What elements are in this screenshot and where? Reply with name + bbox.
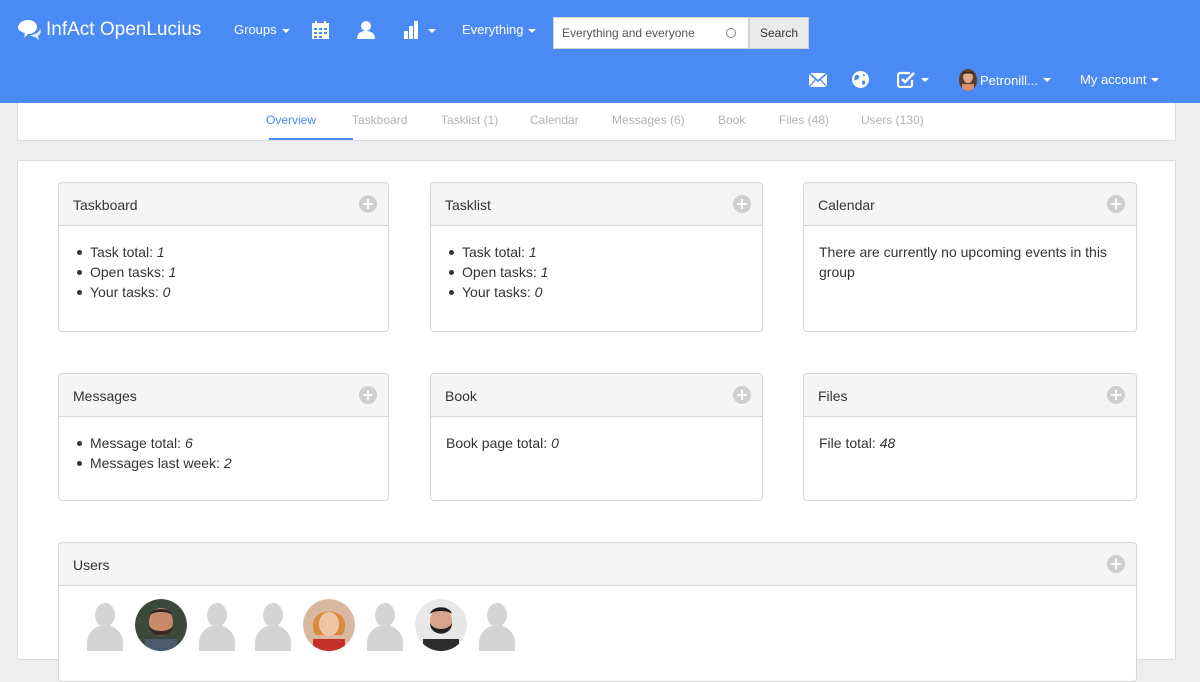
avatar[interactable] (79, 599, 131, 651)
book-card: Book Book page total: 0 (430, 373, 763, 501)
add-file-icon[interactable] (1107, 386, 1125, 404)
calendar-empty-text: There are currently no upcoming events i… (819, 244, 1107, 280)
tasks-dropdown[interactable] (897, 71, 929, 88)
tab-taskboard[interactable]: Taskboard (352, 113, 407, 127)
search-clear-icon[interactable] (726, 28, 736, 38)
users-card: Users (58, 542, 1137, 682)
tab-calendar[interactable]: Calendar (530, 113, 579, 127)
tab-book[interactable]: Book (718, 113, 745, 127)
add-tasklist-icon[interactable] (733, 195, 751, 213)
files-total: File total: 48 (819, 435, 896, 451)
active-tab-indicator (269, 138, 353, 140)
book-total: Book page total: 0 (446, 435, 559, 451)
avatar[interactable] (135, 599, 187, 651)
tab-messages[interactable]: Messages (6) (612, 113, 685, 127)
messages-card: Messages Message total: 6 Messages last … (58, 373, 389, 501)
user-menu-dropdown[interactable]: Petronill... (959, 69, 1051, 91)
globe-icon[interactable] (852, 71, 869, 88)
card-body: Book page total: 0 (431, 417, 762, 469)
chevron-down-icon (1042, 78, 1051, 82)
groups-dropdown[interactable]: Groups (234, 22, 290, 37)
list-item: Task total: 1 (446, 242, 747, 262)
card-title: Users (73, 557, 110, 573)
add-message-icon[interactable] (359, 386, 377, 404)
card-header: Tasklist (431, 183, 762, 226)
search-field-wrapper (553, 17, 749, 49)
groups-label: Groups (234, 22, 277, 37)
user-icon[interactable] (357, 21, 375, 44)
users-avatar-list (79, 599, 527, 651)
taskboard-card: Taskboard Task total: 1 Open tasks: 1 Yo… (58, 182, 389, 332)
search-input[interactable] (554, 18, 719, 48)
chevron-down-icon (281, 28, 290, 33)
card-header: Taskboard (59, 183, 388, 226)
card-body: File total: 48 (804, 417, 1136, 469)
list-item: Open tasks: 1 (446, 262, 747, 282)
add-user-icon[interactable] (1107, 555, 1125, 573)
card-title: Taskboard (73, 197, 138, 213)
list-item: Your tasks: 0 (74, 282, 373, 302)
envelope-icon[interactable] (809, 73, 827, 87)
navbar-row-primary: InfAct OpenLucius Groups Everything Ever… (0, 0, 1200, 62)
calendar-card: Calendar There are currently no upcoming… (803, 182, 1137, 332)
tab-files[interactable]: Files (48) (779, 113, 829, 127)
overview-panel: Taskboard Task total: 1 Open tasks: 1 Yo… (17, 160, 1176, 682)
bar-chart-icon[interactable] (404, 21, 440, 44)
add-event-icon[interactable] (1107, 195, 1125, 213)
chevron-down-icon (921, 77, 929, 82)
card-title: Tasklist (445, 197, 491, 213)
avatar[interactable] (191, 599, 243, 651)
avatar[interactable] (359, 599, 411, 651)
card-title: Files (818, 388, 848, 404)
avatar (959, 69, 977, 91)
tasklist-card: Tasklist Task total: 1 Open tasks: 1 You… (430, 182, 763, 332)
card-title: Book (445, 388, 477, 404)
add-task-icon[interactable] (359, 195, 377, 213)
list-item: Message total: 6 (74, 433, 373, 453)
list-item: Your tasks: 0 (446, 282, 747, 302)
chevron-down-icon (528, 28, 537, 33)
group-tabs: Overview Taskboard Tasklist (1) Calendar… (17, 103, 1176, 141)
navbar-row-secondary: Petronill... My account (0, 62, 1200, 103)
account-dropdown[interactable]: My account (1080, 72, 1160, 87)
account-label: My account (1080, 72, 1147, 87)
card-header: Messages (59, 374, 388, 417)
card-body: There are currently no upcoming events i… (804, 226, 1136, 298)
avatar[interactable] (471, 599, 523, 651)
tab-overview[interactable]: Overview (266, 113, 316, 127)
chevron-down-icon (1151, 77, 1160, 82)
brand-name: InfAct OpenLucius (46, 19, 202, 40)
card-header: Calendar (804, 183, 1136, 226)
card-body: Task total: 1 Open tasks: 1 Your tasks: … (59, 226, 388, 318)
chat-logo-icon (16, 19, 42, 41)
list-item: Open tasks: 1 (74, 262, 373, 282)
list-item: Task total: 1 (74, 242, 373, 262)
list-item: Messages last week: 2 (74, 453, 373, 473)
card-body: Task total: 1 Open tasks: 1 Your tasks: … (431, 226, 762, 318)
avatar[interactable] (415, 599, 467, 651)
card-header: Book (431, 374, 762, 417)
card-header: Users (59, 543, 1136, 586)
brand[interactable]: InfAct OpenLucius (16, 19, 201, 41)
scope-dropdown[interactable]: Everything (462, 22, 537, 37)
card-body: Message total: 6 Messages last week: 2 (59, 417, 388, 489)
files-card: Files File total: 48 (803, 373, 1137, 501)
tab-tasklist[interactable]: Tasklist (1) (441, 113, 498, 127)
avatar[interactable] (247, 599, 299, 651)
search-button[interactable]: Search (749, 17, 809, 49)
calendar-icon[interactable] (312, 21, 329, 44)
user-name: Petronill... (980, 72, 1038, 88)
tab-users[interactable]: Users (130) (861, 113, 924, 127)
card-title: Messages (73, 388, 137, 404)
checkbox-icon (897, 71, 915, 88)
avatar[interactable] (303, 599, 355, 651)
top-navbar: InfAct OpenLucius Groups Everything Ever… (0, 0, 1200, 103)
card-header: Files (804, 374, 1136, 417)
scope-label: Everything (462, 22, 524, 37)
card-title: Calendar (818, 197, 875, 213)
add-book-page-icon[interactable] (733, 386, 751, 404)
